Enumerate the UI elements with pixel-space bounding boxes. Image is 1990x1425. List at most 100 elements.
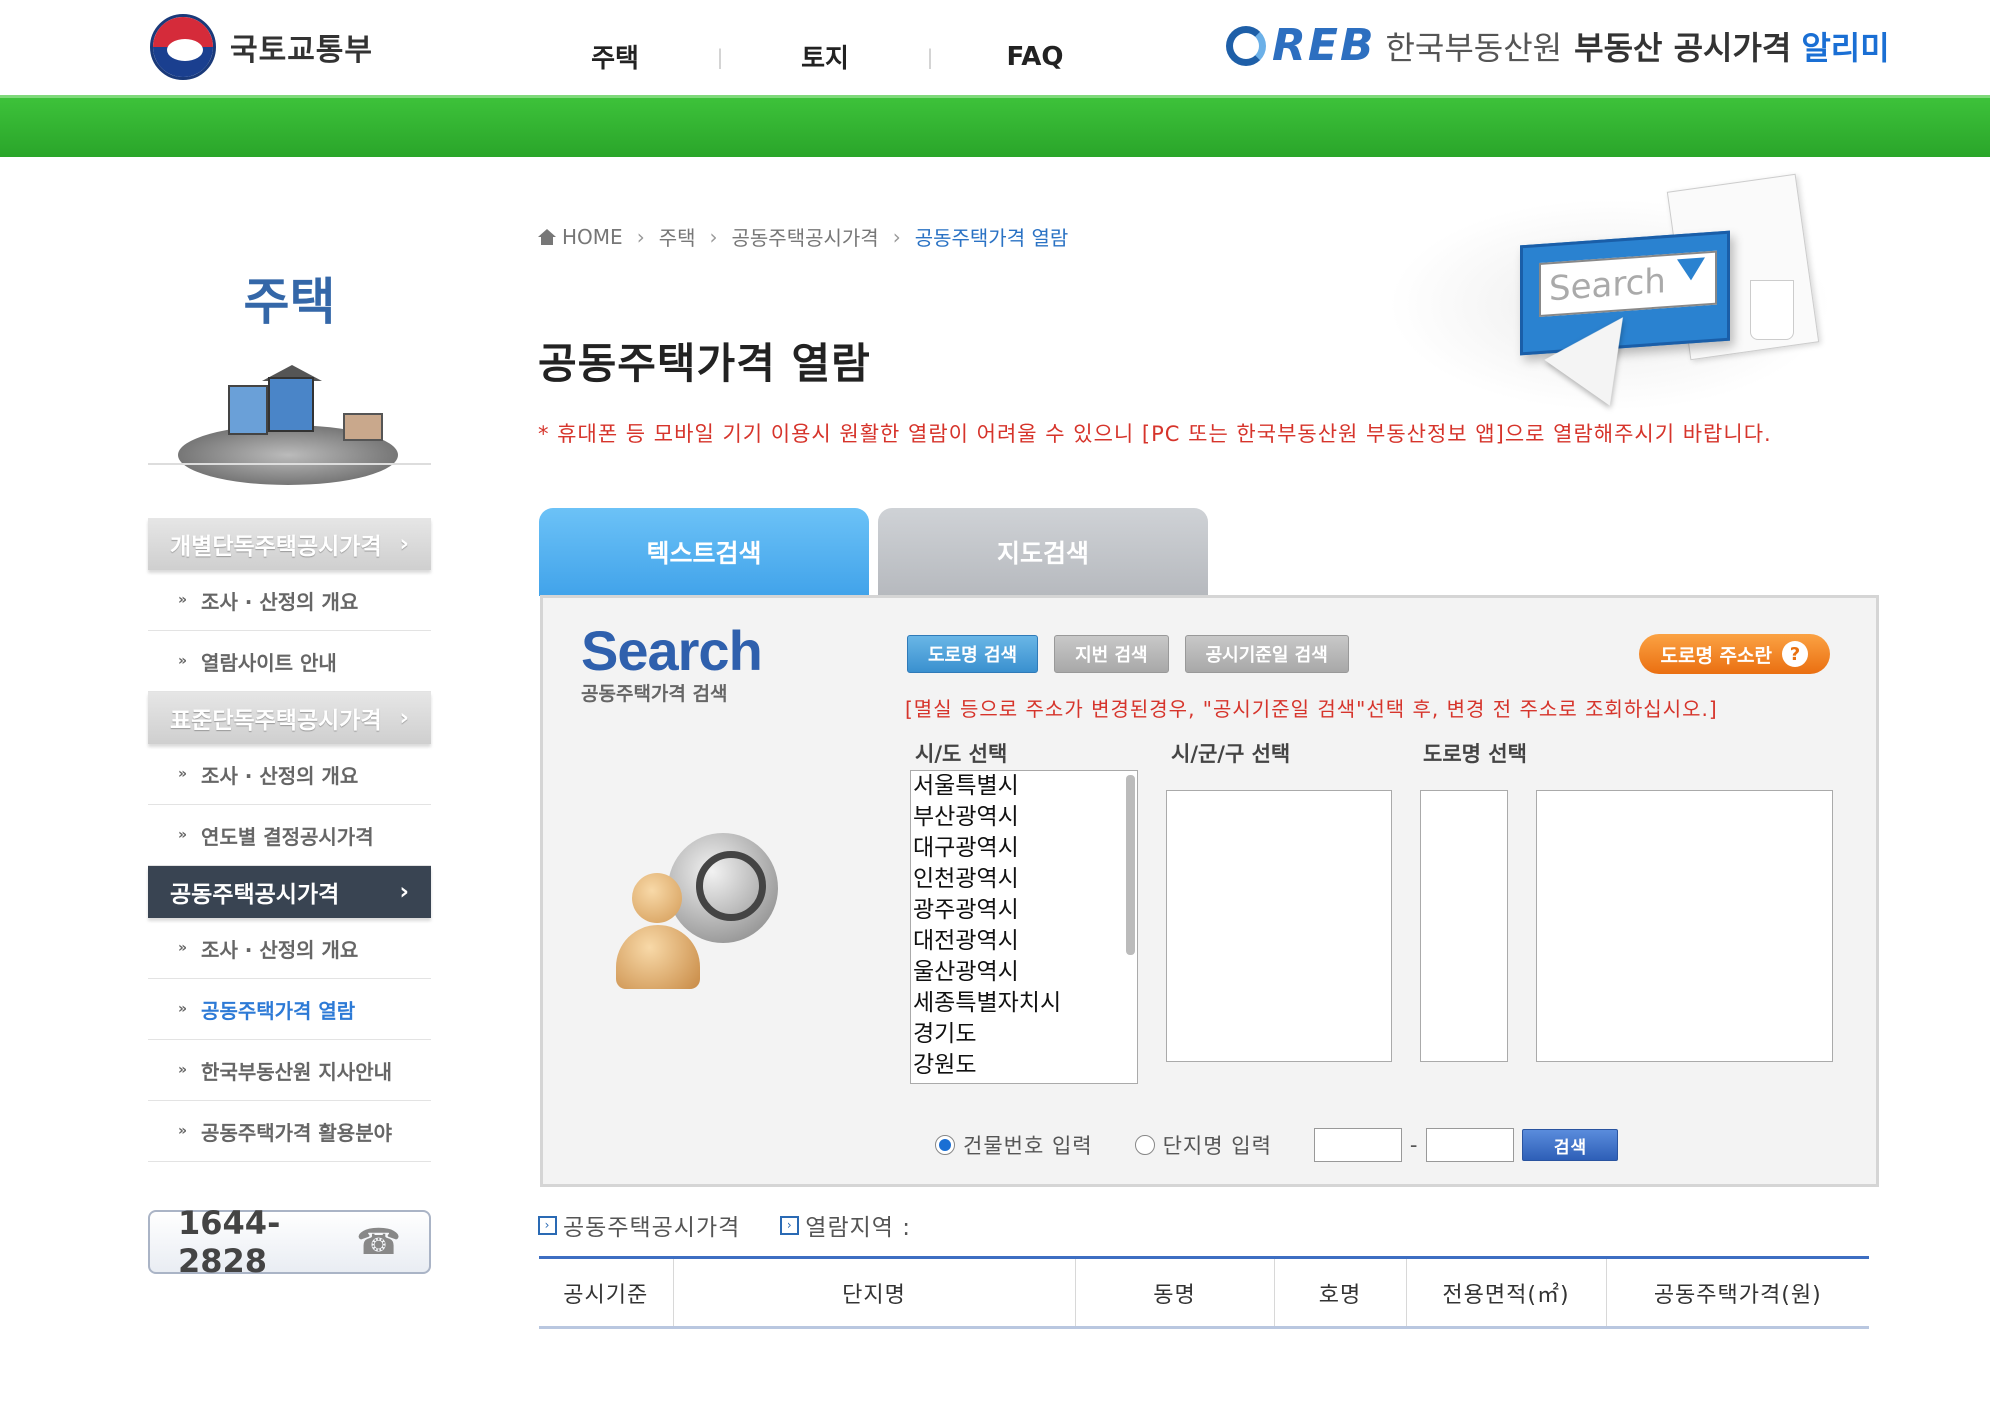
nav-faq[interactable]: FAQ — [980, 42, 1090, 72]
sidebar-item-usage-fields[interactable]: » 공동주택가격 활용분야 — [148, 1101, 431, 1162]
sidebar-menu: 개별단독주택공시가격 › » 조사 · 산정의 개요 » 열람사이트 안내 표준… — [148, 518, 431, 1162]
service-name: 부동산 공시가격 — [1574, 28, 1792, 67]
chevron-right-icon: › — [399, 705, 409, 731]
reb-name: 한국부동산원 — [1385, 28, 1563, 67]
page-title: 공동주택가격 열람 — [538, 339, 871, 388]
header: 국토교통부 주택 | 토지 | FAQ REB 한국부동산원 부동산 공시가격 … — [0, 0, 1990, 95]
hero-search-text: Search — [1549, 261, 1666, 310]
sidebar-section-individual-house[interactable]: 개별단독주택공시가격 › — [148, 518, 431, 570]
reb-logo[interactable]: REB 한국부동산원 부동산 공시가격 알리미 — [1226, 20, 1890, 71]
road-name-select[interactable] — [1536, 790, 1833, 1062]
chevron-right-icon: › — [892, 224, 901, 249]
sido-select[interactable]: 서울특별시 부산광역시 대구광역시 인천광역시 광주광역시 대전광역시 울산광역… — [910, 770, 1138, 1084]
col-area: 전용면적(㎡) — [1405, 1256, 1606, 1329]
sidebar-item-survey-overview[interactable]: » 조사 · 산정의 개요 — [148, 744, 431, 805]
input-type-row: 건물번호 입력 단지명 입력 - 검색 — [935, 1128, 1619, 1162]
sido-option[interactable]: 서울특별시 — [911, 771, 1137, 802]
phone-contact: 1644-2828 ☎ — [148, 1204, 431, 1280]
jibun-search-button[interactable]: 지번 검색 — [1054, 635, 1169, 673]
double-chevron-icon: » — [178, 827, 188, 843]
col-complex-name: 단지명 — [672, 1256, 1075, 1329]
building-number-radio[interactable] — [935, 1135, 955, 1155]
double-chevron-icon: » — [178, 592, 188, 608]
double-chevron-icon: » — [178, 1001, 188, 1017]
col-building: 동명 — [1074, 1256, 1274, 1329]
table-header-row: 공시기준 단지명 동명 호명 전용면적(㎡) 공동주택가격(원) — [539, 1256, 1869, 1329]
chevron-right-icon: › — [709, 224, 718, 249]
sido-option[interactable]: 대전광역시 — [911, 926, 1137, 957]
result-category: › 공동주택공시가격 — [538, 1208, 740, 1242]
col-price: 공동주택가격(원) — [1605, 1256, 1869, 1329]
sidebar-title: 주택 — [243, 273, 336, 331]
road-initial-select[interactable] — [1420, 790, 1508, 1062]
nav-land[interactable]: 토지 — [770, 38, 880, 75]
sidebar-item-survey-overview[interactable]: » 조사 · 산정의 개요 — [148, 570, 431, 631]
sidebar-item-label: 열람사이트 안내 — [201, 650, 337, 675]
complex-name-radio[interactable] — [1134, 1135, 1155, 1155]
building-sub-number-input[interactable] — [1426, 1128, 1515, 1162]
sido-option[interactable]: 광주광역시 — [911, 895, 1137, 926]
result-table: 공시기준 단지명 동명 호명 전용면적(㎡) 공동주택가격(원) — [539, 1256, 1869, 1329]
sidebar-item-site-guide[interactable]: » 열람사이트 안내 — [148, 631, 431, 692]
breadcrumb-current: 공동주택가격 열람 — [914, 226, 1069, 250]
ministry-logo[interactable]: 국토교통부 — [150, 14, 373, 80]
sido-scrollbar[interactable] — [1126, 775, 1135, 955]
date-search-button[interactable]: 공시기준일 검색 — [1184, 635, 1349, 673]
result-region-label: 열람지역 : — [805, 1215, 911, 1241]
breadcrumb-home-label: HOME — [562, 224, 623, 249]
tab-map-search[interactable]: 지도검색 — [878, 508, 1208, 596]
chevron-right-icon: › — [636, 224, 645, 249]
search-submit-button[interactable]: 검색 — [1522, 1129, 1619, 1161]
nav-housing[interactable]: 주택 — [560, 38, 670, 75]
sidebar-section-label: 공동주택공시가격 — [170, 882, 340, 908]
sido-option[interactable]: 울산광역시 — [911, 957, 1137, 988]
sidebar-item-label: 공동주택가격 열람 — [201, 998, 356, 1023]
sidebar-item-label: 조사 · 산정의 개요 — [201, 937, 359, 962]
sidebar-section-label: 개별단독주택공시가격 — [170, 534, 382, 560]
chevron-right-icon: › — [399, 879, 409, 905]
building-number-label: 건물번호 입력 — [963, 1134, 1093, 1158]
mobile-notice: * 휴대폰 등 모바일 기기 이용시 원활한 열람이 어려울 수 있으니 [PC… — [538, 422, 1772, 446]
sido-option[interactable]: 부산광역시 — [911, 802, 1137, 833]
breadcrumb: HOME › 주택 › 공동주택공시가격 › 공동주택가격 열람 — [538, 222, 1068, 251]
tab-text-search[interactable]: 텍스트검색 — [539, 508, 869, 596]
sidebar-item-branch-guide[interactable]: » 한국부동산원 지사안내 — [148, 1040, 431, 1101]
sido-option[interactable]: 강원도 — [911, 1050, 1137, 1081]
taegeuk-logo-icon — [150, 14, 216, 80]
sidebar-section-label: 표준단독주택공시가격 — [170, 708, 382, 734]
road-name-search-button[interactable]: 도로명 검색 — [907, 635, 1039, 673]
search-type-buttons: 도로명 검색 지번 검색 공시기준일 검색 — [907, 635, 1365, 673]
search-logo-word: Search — [581, 619, 763, 682]
complex-name-label: 단지명 입력 — [1162, 1134, 1272, 1158]
nav-separator: | — [716, 44, 724, 69]
question-icon: ? — [1782, 641, 1808, 667]
sidebar-item-yearly-price[interactable]: » 연도별 결정공시가격 — [148, 805, 431, 866]
sido-option[interactable]: 세종특별자치시 — [911, 988, 1137, 1019]
result-region: › 열람지역 : — [780, 1208, 911, 1242]
sidebar-item-label: 한국부동산원 지사안내 — [201, 1059, 393, 1084]
service-suffix: 알리미 — [1801, 28, 1890, 67]
sido-option[interactable]: 경기도 — [911, 1019, 1137, 1050]
sidebar-section-apartment[interactable]: 공동주택공시가격 › — [148, 866, 431, 918]
telephone-icon: ☎ — [356, 1221, 401, 1263]
breadcrumb-apartment-price[interactable]: 공동주택공시가격 — [732, 222, 879, 251]
sidebar-item-survey-overview[interactable]: » 조사 · 산정의 개요 — [148, 918, 431, 979]
sido-option[interactable]: 대구광역시 — [911, 833, 1137, 864]
sido-option[interactable]: 인천광역시 — [911, 864, 1137, 895]
double-chevron-icon: » — [178, 766, 188, 782]
address-warning: [멸실 등으로 주소가 변경된경우, "공시기준일 검색"선택 후, 변경 전 … — [905, 697, 1718, 721]
search-hero-illustration: Search — [1370, 170, 1870, 420]
road-address-info-button[interactable]: 도로명 주소란 ? — [1638, 634, 1830, 674]
sigungu-select[interactable] — [1166, 790, 1392, 1062]
double-chevron-icon: » — [178, 653, 188, 669]
sidebar-item-apartment-price-view[interactable]: » 공동주택가격 열람 — [148, 979, 431, 1040]
breadcrumb-home[interactable]: HOME — [538, 225, 623, 249]
search-logo-sub: 공동주택가격 검색 — [581, 683, 728, 705]
breadcrumb-housing[interactable]: 주택 — [659, 222, 696, 251]
ministry-name: 국토교통부 — [230, 33, 373, 68]
chevron-right-icon: › — [399, 531, 409, 557]
building-main-number-input[interactable] — [1313, 1128, 1402, 1162]
sidebar-section-standard-house[interactable]: 표준단독주택공시가격 › — [148, 692, 431, 744]
box-arrow-icon: › — [538, 1215, 557, 1235]
box-arrow-icon: › — [780, 1215, 800, 1235]
